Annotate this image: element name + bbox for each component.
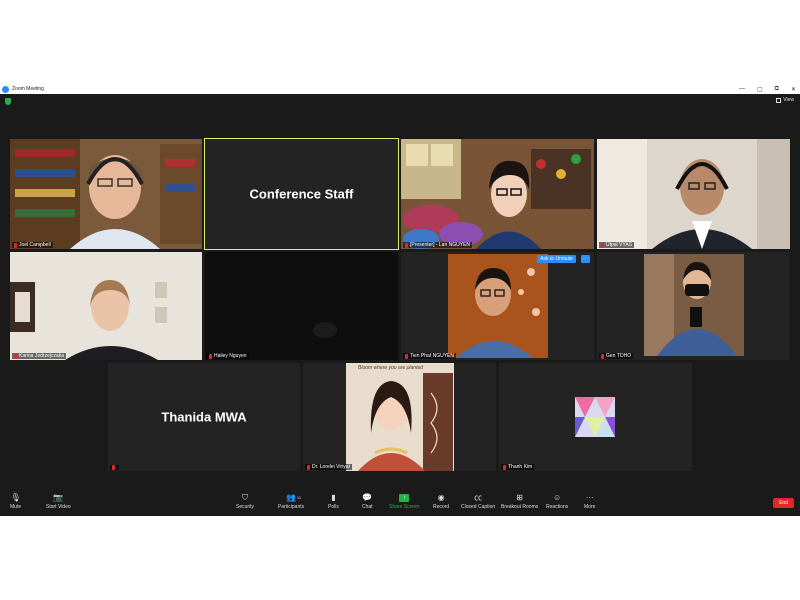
title-bar: Zoom Meeting — ▢ ⧉ ✕ — [0, 84, 800, 94]
video-off-icon: 📷 — [53, 493, 64, 502]
video-tile-hailey-nguyen[interactable]: Hailey Nguyen — [205, 252, 398, 360]
mic-muted-icon — [112, 465, 115, 470]
mic-muted-icon — [405, 353, 408, 359]
chat-button[interactable]: 💬 Chat — [362, 493, 373, 511]
mic-muted-icon — [307, 464, 310, 470]
participant-video — [10, 252, 202, 360]
mic-muted-icon — [14, 353, 17, 359]
participants-icon: 👥 11 — [286, 493, 302, 502]
breakout-rooms-icon: ⊞ — [516, 493, 523, 502]
mic-muted-icon — [601, 353, 604, 359]
zoom-window: Zoom Meeting — ▢ ⧉ ✕ View Joel Campbell … — [0, 84, 800, 516]
video-tile-gen-toho[interactable]: Gen TOHO — [597, 252, 790, 360]
record-icon: ◉ — [437, 493, 445, 502]
participant-video — [303, 363, 496, 471]
participant-name-tag: Joel Campbell — [12, 242, 53, 248]
mic-muted-icon — [14, 242, 17, 248]
participant-name: Tien Phat NGUYEN — [410, 353, 454, 359]
end-meeting-button[interactable]: End — [773, 498, 794, 508]
view-button[interactable]: View — [776, 97, 794, 103]
participant-name: Joel Campbell — [19, 242, 51, 248]
encryption-shield-icon[interactable] — [5, 98, 11, 105]
video-tile-tien-phat-nguyen[interactable]: Ask to Unmute ··· Tien Phat NGUYEN — [401, 252, 594, 360]
participant-name: Thanh Kim — [508, 464, 533, 470]
participant-name-tag: Karina Jedrzejczaka — [12, 353, 67, 359]
zoom-app-icon — [2, 85, 9, 93]
mic-muted-icon — [209, 353, 212, 359]
participant-avatar — [499, 363, 692, 471]
video-tile-utpal-vyas[interactable]: Utpal VYAS — [597, 139, 790, 249]
video-tile-karina[interactable]: Karina Jedrzejczaka — [10, 252, 202, 360]
participant-display-name: Conference Staff — [249, 186, 354, 202]
close-icon[interactable]: ✕ — [791, 86, 796, 93]
smiley-icon: ☺ — [553, 493, 562, 502]
breakout-rooms-button[interactable]: ⊞ Breakout Rooms — [501, 493, 538, 511]
video-tile-dr-lorelei-viriyat[interactable]: Bloom where you are planted Dr. Lorelei … — [303, 363, 496, 471]
participant-name-tag: Dr. Lorelei Viriyat — [305, 464, 352, 470]
microphone-icon: 🎙 — [10, 493, 21, 502]
participant-video — [401, 139, 594, 249]
participants-count: 11 — [296, 495, 302, 500]
mic-muted-icon — [601, 242, 604, 248]
mic-muted-icon — [503, 464, 506, 470]
tile-more-options-button[interactable]: ··· — [581, 255, 590, 263]
view-label: View — [783, 97, 794, 103]
cc-icon: ㏄ — [474, 493, 483, 502]
frame-caption: Bloom where you are planted — [358, 365, 424, 371]
participants-button[interactable]: 👥 11 Participants — [278, 493, 304, 511]
participant-name: Hailey Nguyen — [214, 353, 247, 359]
start-video-button[interactable]: 📷 Start Video — [46, 493, 71, 511]
participant-video — [205, 252, 398, 360]
participant-name: Gen TOHO — [606, 353, 632, 359]
polls-button[interactable]: ▮ Polls — [328, 493, 339, 511]
participant-name-tag: Tien Phat NGUYEN — [403, 353, 456, 359]
security-button[interactable]: ⛉ Security — [236, 493, 254, 511]
closed-caption-button[interactable]: ㏄ Closed Caption — [461, 493, 495, 511]
video-tile-joel-campbell[interactable]: Joel Campbell — [10, 139, 202, 249]
video-tile-conference-staff[interactable]: Conference Staff — [204, 138, 399, 250]
participant-video — [597, 252, 790, 360]
meeting-area: View Joel Campbell Conference Staff [Pre… — [0, 94, 800, 516]
participant-name-tag: Thanh Kim — [501, 464, 535, 470]
participant-name-tag: Utpal VYAS — [599, 242, 635, 248]
window-title: Zoom Meeting — [12, 86, 44, 92]
video-tile-thanida-mwa[interactable]: Thanida MWA — [108, 363, 300, 471]
meeting-toolbar: 🎙 Mute 📷 Start Video ⛉ Security 👥 11 Part… — [0, 492, 800, 516]
grid-view-icon — [776, 97, 782, 103]
minimize-icon[interactable]: — — [739, 86, 745, 92]
video-tile-thanh-kim[interactable]: Thanh Kim — [499, 363, 692, 471]
ask-to-unmute-button[interactable]: Ask to Unmute — [537, 255, 576, 263]
reactions-button[interactable]: ☺ Reactions — [546, 493, 568, 511]
participant-video — [401, 252, 594, 360]
maximize-icon[interactable]: ▢ — [757, 86, 763, 93]
ellipsis-icon: ··· — [585, 493, 594, 502]
record-button[interactable]: ◉ Record — [433, 493, 449, 511]
share-screen-button[interactable]: ↑ Share Screen — [389, 494, 420, 510]
participant-name-tag: Hailey Nguyen — [207, 353, 249, 359]
participant-name: Utpal VYAS — [606, 242, 633, 248]
video-tile-lan-nguyen[interactable]: [Presenter] - Lan NGUYEN — [401, 139, 594, 249]
more-button[interactable]: ··· More — [584, 493, 595, 511]
chat-bubble-icon: 💬 — [362, 493, 373, 502]
shield-icon: ⛉ — [242, 493, 249, 502]
participant-video — [10, 139, 202, 249]
bar-chart-icon: ▮ — [331, 493, 336, 502]
participant-name: Dr. Lorelei Viriyat — [312, 464, 350, 470]
participant-name: Karina Jedrzejczaka — [19, 353, 65, 359]
participant-display-name: Thanida MWA — [161, 409, 247, 425]
participant-name-tag: Gen TOHO — [599, 353, 634, 359]
mic-muted-icon — [405, 242, 408, 248]
restore-icon[interactable]: ⧉ — [775, 86, 779, 93]
participant-name-tag: [Presenter] - Lan NGUYEN — [403, 242, 473, 248]
participant-name: [Presenter] - Lan NGUYEN — [410, 242, 471, 248]
mute-button[interactable]: 🎙 Mute — [10, 493, 21, 511]
participant-name-tag — [110, 465, 119, 470]
participant-video — [597, 139, 790, 249]
share-screen-icon: ↑ — [399, 494, 410, 502]
